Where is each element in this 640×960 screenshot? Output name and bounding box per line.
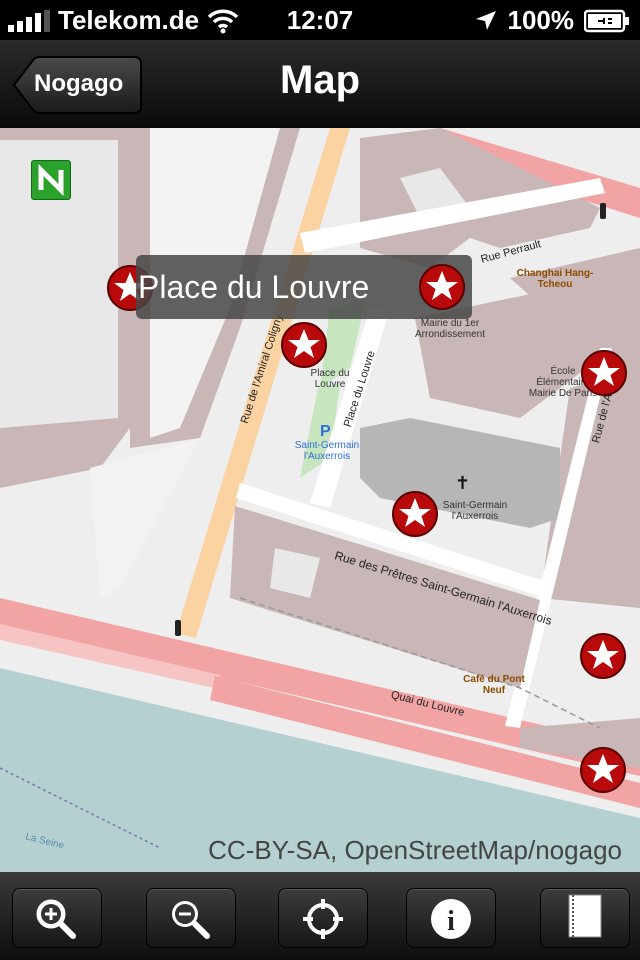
map-pin-star[interactable] bbox=[579, 746, 627, 794]
nogago-logo-icon bbox=[31, 160, 71, 200]
notebook-icon bbox=[568, 894, 602, 938]
map-pin-star[interactable] bbox=[580, 349, 628, 397]
poi-place-du-louvre: Place du Louvre bbox=[310, 368, 350, 390]
crosshair-icon bbox=[303, 899, 343, 939]
poi-church-label: Saint-Germain l'Auxerrois bbox=[442, 500, 508, 522]
poi-cafe-label: Café du Pont Neuf bbox=[463, 674, 525, 696]
parking-icon: P bbox=[320, 423, 331, 440]
notes-button[interactable] bbox=[540, 888, 630, 948]
locate-button[interactable] bbox=[278, 888, 368, 948]
svg-text:i: i bbox=[447, 906, 455, 937]
map-base bbox=[0, 128, 640, 872]
traffic-light-icon-2 bbox=[600, 203, 606, 219]
church-cross-icon: ✝ bbox=[455, 473, 471, 493]
map-attribution: CC-BY-SA, OpenStreetMap/nogago bbox=[208, 835, 622, 865]
info-icon: i bbox=[431, 899, 471, 939]
status-right: 100% bbox=[474, 5, 631, 36]
callout-title: Place du Louvre bbox=[138, 269, 370, 305]
navigation-bar: Nogago Map bbox=[0, 40, 640, 129]
zoom-in-icon bbox=[36, 899, 76, 939]
map-view[interactable]: Rue de l'Amiral Coligny Rue des Prêtres … bbox=[0, 128, 640, 872]
map-pin-star[interactable] bbox=[280, 321, 328, 369]
callout-star-icon[interactable] bbox=[418, 263, 466, 311]
zoom-out-button[interactable] bbox=[146, 888, 236, 948]
zoom-out-icon bbox=[172, 901, 210, 939]
place-callout[interactable]: Place du Louvre bbox=[136, 255, 472, 319]
poi-changhai-label: Changhai Hang-Tcheou bbox=[516, 268, 594, 290]
poi-mairie-label: Mairie du 1er Arrondissement bbox=[414, 318, 486, 340]
map-pin-star[interactable] bbox=[579, 632, 627, 680]
map-pin-star[interactable] bbox=[391, 490, 439, 538]
page-title: Map bbox=[280, 58, 360, 102]
poi-parking-label: Saint-Germain l'Auxerrois bbox=[294, 440, 360, 462]
battery-charging-icon bbox=[584, 9, 629, 32]
bottom-toolbar: i bbox=[0, 872, 640, 960]
info-button[interactable]: i bbox=[406, 888, 496, 948]
battery-percent: 100% bbox=[507, 5, 575, 35]
location-arrow-icon bbox=[475, 10, 496, 30]
status-bar: Telekom.de 12:07 100% bbox=[0, 0, 640, 40]
zoom-in-button[interactable] bbox=[12, 888, 102, 948]
traffic-light-icon bbox=[175, 620, 181, 636]
